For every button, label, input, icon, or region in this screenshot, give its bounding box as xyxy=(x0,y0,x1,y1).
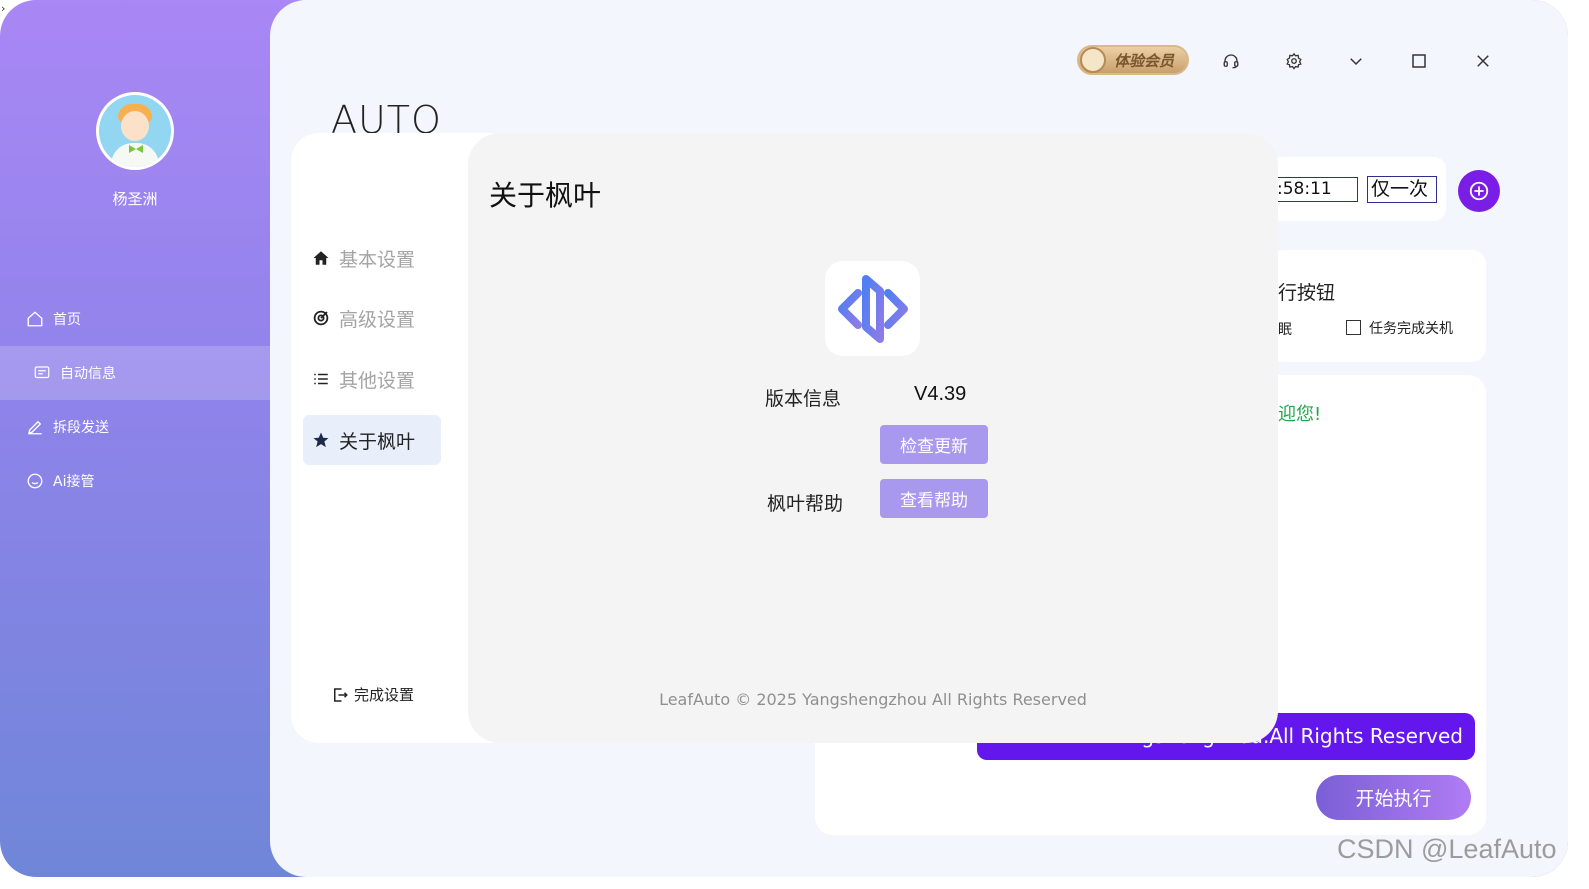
exit-icon xyxy=(334,687,348,702)
start-button[interactable]: 开始执行 xyxy=(1316,775,1471,820)
settings-nav-label: 高级设置 xyxy=(339,308,416,331)
close-button[interactable] xyxy=(1470,48,1496,74)
vip-badge[interactable]: 体验会员 xyxy=(1077,45,1189,75)
sidebar-item-label: 首页 xyxy=(53,312,81,328)
sidebar-item-split-send[interactable]: 拆段发送 xyxy=(0,400,270,454)
vip-label: 体验会员 xyxy=(1114,51,1175,70)
maximize-icon xyxy=(1412,54,1426,68)
username: 杨圣洲 xyxy=(112,190,158,208)
pencil-icon xyxy=(28,420,42,435)
shutdown-checkbox[interactable] xyxy=(1346,320,1361,335)
settings-nav-label: 基本设置 xyxy=(339,248,416,271)
frequency-select[interactable]: 仅一次 xyxy=(1367,176,1437,203)
sidebar-item-label: Ai接管 xyxy=(53,474,95,490)
avatar-image xyxy=(99,95,171,167)
settings-nav-label: 其他设置 xyxy=(339,369,416,392)
minimize-button[interactable] xyxy=(1343,48,1369,74)
version-value: V4.39 xyxy=(914,383,967,405)
headset-icon xyxy=(1223,54,1239,69)
done-settings-button[interactable]: 完成设置 xyxy=(331,684,414,705)
sidebar-item-auto-message[interactable]: 自动信息 xyxy=(0,346,270,400)
check-update-button[interactable]: 检查更新 xyxy=(880,425,988,464)
settings-nav-advanced[interactable]: 高级设置 xyxy=(303,293,441,343)
sidebar-item-label: 拆段发送 xyxy=(53,420,109,436)
app-title: AUTO xyxy=(331,98,442,134)
shutdown-label: 任务完成关机 xyxy=(1369,321,1453,337)
settings-nav-basic[interactable]: 基本设置 xyxy=(303,233,441,283)
welcome-text: 迎您! xyxy=(1278,404,1322,425)
settings-nav-about[interactable]: 关于枫叶 xyxy=(303,415,441,465)
view-help-button[interactable]: 查看帮助 xyxy=(880,479,988,518)
home-icon xyxy=(27,311,43,327)
about-panel xyxy=(468,133,1278,743)
settings-nav-label: 关于枫叶 xyxy=(339,430,416,453)
app-logo xyxy=(825,261,920,356)
help-label: 枫叶帮助 xyxy=(767,493,844,515)
home-icon xyxy=(313,251,329,265)
smiley-icon xyxy=(27,473,43,489)
time-input[interactable]: :58:11 xyxy=(1272,177,1358,202)
app-window: 杨圣洲 首页 自动信息 拆段发送 Ai接管 体验会员 AUTO :58:11 仅… xyxy=(0,0,1568,877)
settings-button[interactable] xyxy=(1281,48,1307,74)
run-options-card xyxy=(1270,250,1486,362)
sidebar-item-label: 自动信息 xyxy=(60,366,116,382)
avatar[interactable] xyxy=(96,92,174,170)
sidebar-item-home[interactable]: 首页 xyxy=(0,292,270,346)
gear-icon xyxy=(1286,52,1302,70)
target-icon xyxy=(313,310,329,326)
message-icon xyxy=(34,366,50,379)
version-label: 版本信息 xyxy=(765,388,842,410)
add-task-button[interactable] xyxy=(1458,170,1500,212)
chevron-down-icon xyxy=(1350,58,1362,66)
copyright-footer: LeafAuto © 2025 Yangshengzhou All Rights… xyxy=(659,690,1087,709)
run-card-title: 行按钮 xyxy=(1278,282,1336,304)
sidebar-item-ai-takeover[interactable]: Ai接管 xyxy=(0,454,270,508)
close-icon xyxy=(1477,55,1489,67)
stray-chevron: › xyxy=(1,2,6,15)
leafauto-logo-icon xyxy=(837,274,908,343)
support-button[interactable] xyxy=(1218,48,1244,74)
list-icon xyxy=(314,373,328,385)
maximize-button[interactable] xyxy=(1406,48,1432,74)
done-label: 完成设置 xyxy=(354,686,415,704)
vip-icon xyxy=(1080,47,1106,73)
watermark: CSDN @LeafAuto xyxy=(1337,834,1557,864)
sleep-option-label: 眠 xyxy=(1278,322,1292,338)
plus-circle-icon xyxy=(1469,181,1489,201)
settings-nav-other[interactable]: 其他设置 xyxy=(303,354,441,404)
star-icon xyxy=(313,432,329,448)
panel-title: 关于枫叶 xyxy=(489,179,602,212)
